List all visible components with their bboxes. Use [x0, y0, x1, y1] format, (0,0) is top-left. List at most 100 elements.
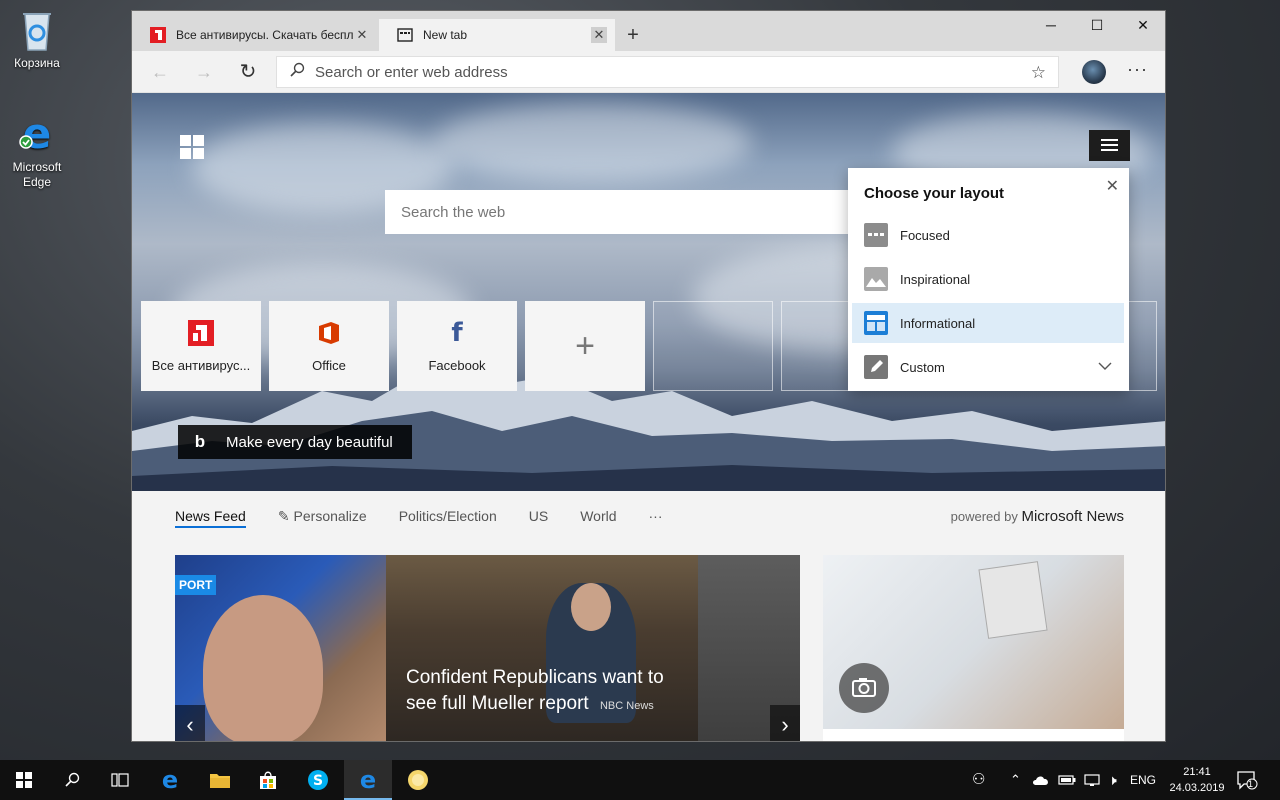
new-tab-button[interactable]: + — [622, 23, 644, 47]
edge-taskbar-icon[interactable]: e — [146, 760, 194, 800]
focused-layout-icon — [864, 223, 888, 247]
layout-option-label: Custom — [900, 359, 945, 375]
tab-title: Все антивирусы. Скачать беспл — [176, 28, 354, 42]
tab-page-icon — [397, 27, 413, 43]
layout-option-label: Informational — [900, 315, 976, 331]
informational-layout-icon — [864, 311, 888, 335]
layout-panel: Choose your layout ✕ Focused Inspiration… — [848, 168, 1129, 391]
close-icon[interactable]: ✕ — [1106, 176, 1119, 196]
desktop-icon-label: Корзина — [14, 56, 60, 70]
taskbar: e S e ⚇ ⌃ 🕨 ENG 21:41 24.03.2019 1 — [0, 760, 1280, 800]
volume-icon[interactable]: 🕨 — [1108, 760, 1117, 800]
person-face-shape — [203, 595, 323, 741]
file-explorer-icon[interactable] — [196, 760, 244, 800]
notification-count: 1 — [1248, 779, 1254, 789]
new-tab-page: Search the web Все антивирус... Office f… — [132, 93, 1165, 741]
browser-window: Все антивирусы. Скачать беспл ✕ New tab … — [131, 10, 1166, 742]
task-view-icon[interactable] — [96, 760, 144, 800]
tab-close-button[interactable]: ✕ — [354, 27, 370, 43]
empty-tile[interactable] — [653, 301, 773, 391]
pencil-icon: ✎ — [277, 508, 290, 524]
profile-avatar[interactable] — [1082, 60, 1106, 84]
people-icon[interactable]: ⚇ — [972, 760, 985, 800]
tab-new-tab[interactable]: New tab ✕ — [379, 19, 615, 51]
news-carousel[interactable]: PORT Confident Republicans want to see f… — [175, 555, 800, 741]
microsoft-news-brand[interactable]: Microsoft News — [1021, 508, 1124, 525]
facebook-icon: f — [451, 318, 463, 348]
news-tab-politics[interactable]: Politics/Election — [399, 508, 497, 528]
card-footer — [823, 729, 1124, 741]
news-headline[interactable]: Confident Republicans want to see full M… — [406, 665, 698, 719]
start-button[interactable] — [0, 760, 48, 800]
layout-option-custom[interactable]: Custom — [852, 347, 1124, 387]
back-button[interactable]: ← — [144, 58, 176, 86]
tab-close-button[interactable]: ✕ — [591, 27, 607, 43]
tab-title: New tab — [423, 28, 468, 42]
top-site-tile-antivirus[interactable]: Все антивирус... — [141, 301, 261, 391]
page-settings-menu-button[interactable] — [1089, 130, 1130, 161]
address-placeholder: Search or enter web address — [315, 63, 508, 81]
desktop-icon-label: Microsoft Edge — [12, 160, 62, 189]
edge-taskbar-active-icon[interactable]: e — [344, 760, 392, 800]
layout-option-informational[interactable]: Informational — [852, 303, 1124, 343]
news-tab-us[interactable]: US — [529, 508, 548, 528]
chevron-up-icon[interactable]: ⌃ — [1010, 760, 1021, 800]
favorite-star-icon[interactable]: ☆ — [1031, 63, 1046, 83]
more-menu-button[interactable]: ··· — [1127, 59, 1148, 80]
close-window-button[interactable]: ✕ — [1120, 11, 1165, 39]
calculator-shape — [978, 561, 1048, 639]
desktop-icon-recycle-bin[interactable]: Корзина — [0, 8, 74, 71]
network-icon[interactable] — [1084, 760, 1100, 800]
top-site-tile-facebook[interactable]: f Facebook — [397, 301, 517, 391]
person-head-shape — [571, 583, 611, 631]
address-bar[interactable]: Search or enter web address ☆ — [276, 56, 1059, 88]
svg-text:e: e — [23, 112, 52, 156]
forward-button[interactable]: → — [188, 58, 220, 86]
maximize-button[interactable]: ☐ — [1074, 11, 1120, 39]
desktop-icon-edge[interactable]: e Microsoft Edge — [0, 109, 74, 190]
clock-date: 24.03.2019 — [1169, 782, 1225, 794]
top-site-tile-office[interactable]: Office — [269, 301, 389, 391]
add-icon: + — [575, 327, 595, 365]
tile-label: Все антивирус... — [151, 358, 251, 373]
news-tab-feed[interactable]: News Feed — [175, 508, 246, 528]
tab-bar: Все антивирусы. Скачать беспл ✕ New tab … — [132, 11, 1165, 51]
app-circle-icon[interactable] — [394, 760, 442, 800]
layout-option-inspirational[interactable]: Inspirational — [852, 259, 1124, 299]
web-search-input[interactable]: Search the web — [385, 190, 855, 234]
custom-layout-icon — [864, 355, 888, 379]
antivirus-logo-icon — [150, 27, 166, 43]
battery-icon[interactable] — [1058, 760, 1076, 800]
minimize-button[interactable]: ─ — [1028, 11, 1074, 39]
onedrive-cloud-icon[interactable] — [1032, 760, 1050, 800]
news-source: NBC News — [599, 700, 654, 712]
carousel-prev-button[interactable]: ‹ — [175, 705, 205, 741]
news-tab-more[interactable]: ··· — [649, 508, 663, 528]
news-image-main[interactable]: Confident Republicans want to see full M… — [386, 555, 698, 741]
news-image-left[interactable]: PORT — [175, 555, 386, 741]
search-icon[interactable] — [48, 760, 96, 800]
news-tab-label: Personalize — [293, 508, 367, 524]
toolbar: ← → ↻ Search or enter web address ☆ ··· — [132, 51, 1165, 93]
tab-antivirus[interactable]: Все антивирусы. Скачать беспл ✕ — [132, 19, 378, 51]
store-icon[interactable] — [244, 760, 292, 800]
carousel-next-button[interactable]: › — [770, 705, 800, 741]
news-tab-personalize[interactable]: ✎ Personalize — [278, 508, 367, 528]
skype-icon[interactable]: S — [294, 760, 342, 800]
bing-image-caption[interactable]: b Make every day beautiful — [178, 425, 412, 459]
chevron-down-icon[interactable] — [1098, 358, 1112, 374]
layout-option-label: Focused — [900, 227, 950, 243]
refresh-button[interactable]: ↻ — [232, 58, 264, 86]
news-tab-world[interactable]: World — [580, 508, 616, 528]
inspirational-layout-icon — [864, 267, 888, 291]
layout-panel-title: Choose your layout — [864, 185, 1005, 202]
news-tag: PORT — [175, 575, 217, 595]
clock[interactable]: 21:41 24.03.2019 — [1166, 764, 1228, 796]
news-card-right[interactable] — [823, 555, 1124, 741]
language-indicator[interactable]: ENG — [1130, 760, 1156, 800]
office-icon — [316, 320, 342, 346]
bing-logo-icon: b — [194, 432, 206, 451]
add-site-tile[interactable]: + — [525, 301, 645, 391]
notification-center-icon[interactable]: 1 — [1236, 760, 1258, 800]
layout-option-focused[interactable]: Focused — [852, 215, 1124, 255]
